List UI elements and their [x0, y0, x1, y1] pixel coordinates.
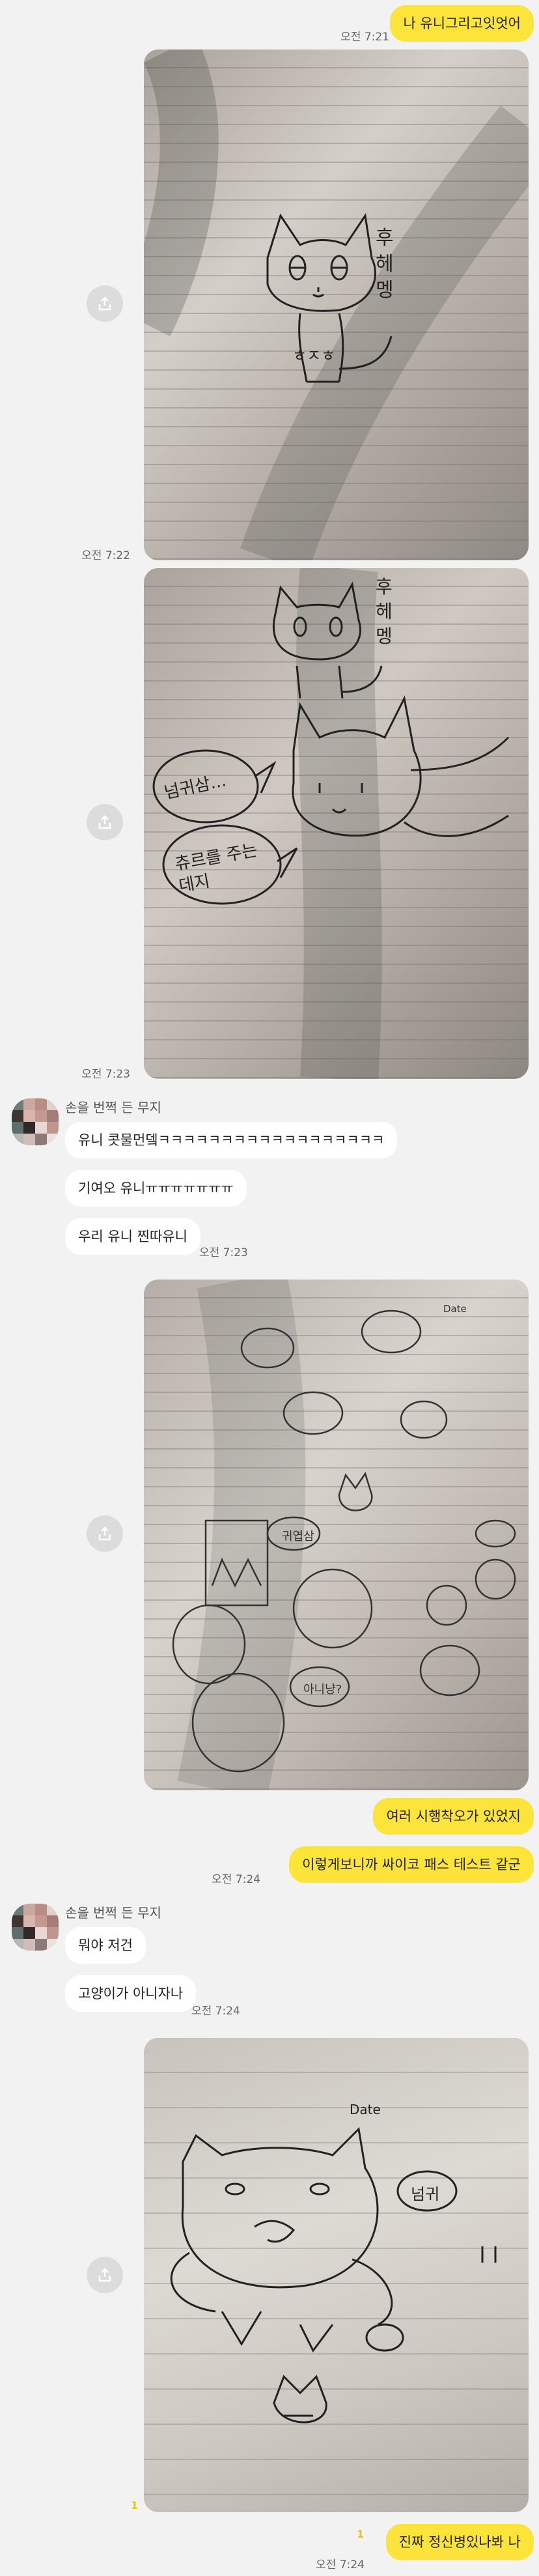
notebook-header: Date — [350, 2102, 381, 2117]
unread-count: 1 — [131, 2499, 139, 2512]
share-button[interactable] — [87, 2257, 123, 2293]
share-icon — [98, 815, 111, 829]
sender-name: 손을 번쩍 든 무지 — [65, 1905, 161, 1921]
photo-drawing-3[interactable]: Date 귀엽삼 아니냥? — [144, 1280, 529, 1790]
speech-text: 넘귀 — [411, 2185, 440, 2203]
incoming-message[interactable]: 유니 콧물먼뎈ㅋㅋㅋㅋㅋㅋㅋㅋㅋㅋㅋㅋㅋㅋㅋㅋㅋㅋ — [65, 1122, 398, 1158]
photo-drawing-2[interactable]: 후헤멩 넘귀삼... 츄르를 주는데지 — [144, 568, 529, 1079]
handwriting-text: ㅎㅈㅎ — [292, 347, 336, 365]
incoming-message[interactable]: 고양이가 아니자나 — [65, 1975, 197, 2012]
outgoing-message[interactable]: 이렇게보니까 싸이코 패스 테스트 같군 — [289, 1846, 534, 1883]
share-button[interactable] — [87, 804, 123, 840]
incoming-message[interactable]: 기여오 유니ㅠㅠㅠㅠㅠㅠㅠ — [65, 1170, 247, 1207]
handwriting-text: 후헤멩 — [376, 227, 394, 302]
incoming-message[interactable]: 우리 유니 찐따유니 — [65, 1218, 200, 1255]
share-icon — [98, 1526, 111, 1541]
speech-text: 귀엽삼 — [282, 1530, 314, 1543]
message-time: 오전 7:23 — [81, 1068, 130, 1081]
outgoing-message[interactable]: 나 유니그리고잇엇어 — [390, 5, 534, 42]
speech-text: 아니냥? — [303, 1683, 342, 1696]
message-time: 오전 7:21 — [340, 31, 389, 44]
share-button[interactable] — [87, 1515, 123, 1552]
message-time: 오전 7:24 — [316, 2558, 365, 2571]
share-button[interactable] — [87, 285, 123, 322]
avatar[interactable] — [12, 1098, 59, 1145]
share-icon — [98, 2268, 111, 2282]
notebook-header: Date — [443, 1303, 467, 1315]
handwriting-text: 후헤멩 — [376, 576, 393, 647]
incoming-message[interactable]: 뭐야 저건 — [65, 1927, 146, 1964]
message-time: 오전 7:22 — [81, 549, 130, 562]
photo-drawing-1[interactable]: 후헤멩 ㅎㅈㅎ — [144, 50, 529, 560]
sender-name: 손을 번쩍 든 무지 — [65, 1100, 161, 1115]
message-time: 오전 7:24 — [191, 2005, 240, 2018]
outgoing-message[interactable]: 여러 시행착오가 있었지 — [373, 1798, 534, 1835]
unread-count: 1 — [357, 2528, 365, 2540]
outgoing-message[interactable]: 진짜 정신병있나봐 나 — [385, 2524, 534, 2560]
photo-drawing-4[interactable]: Date 넘귀 — [144, 2038, 529, 2512]
avatar[interactable] — [12, 1904, 59, 1951]
message-time: 오전 7:24 — [212, 1873, 260, 1886]
share-icon — [98, 296, 111, 311]
message-time: 오전 7:23 — [199, 1246, 248, 1259]
